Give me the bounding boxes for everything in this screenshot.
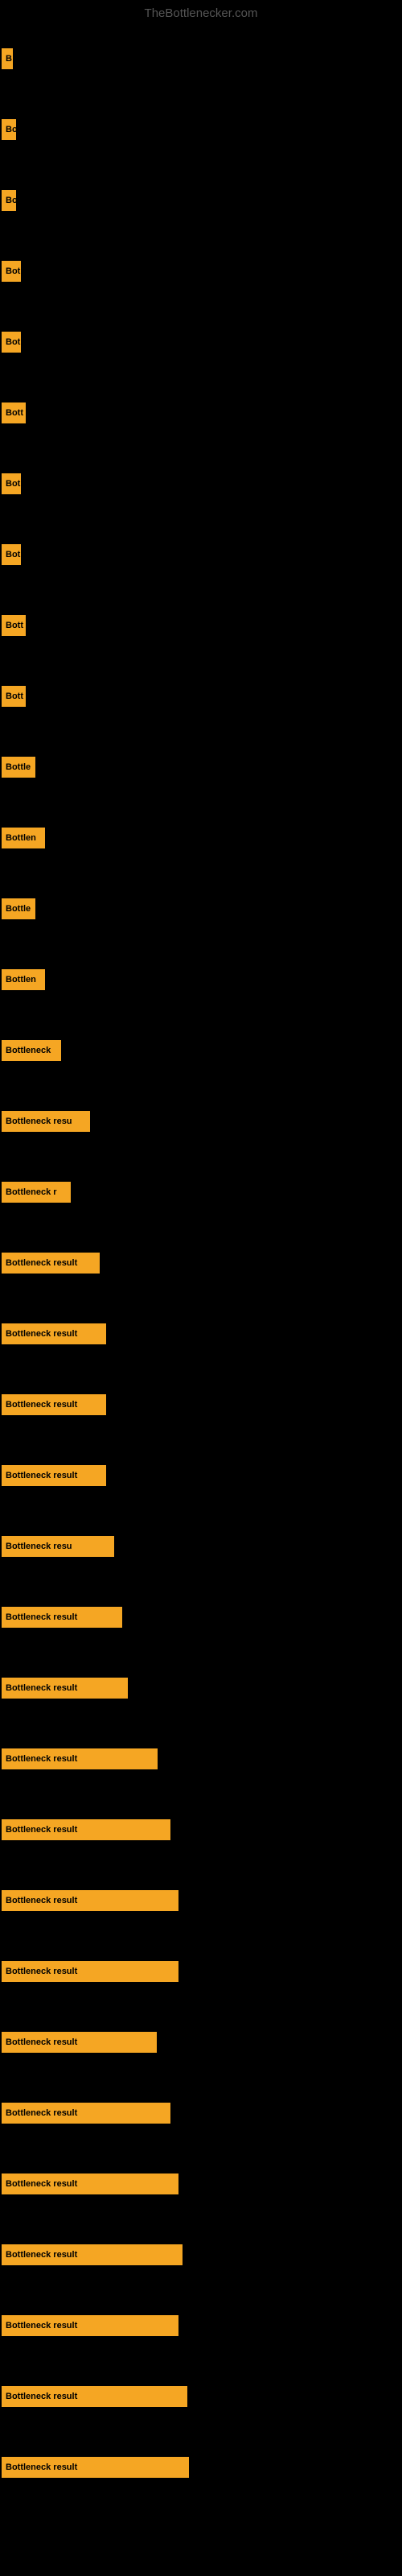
site-title: TheBottlenecker.com xyxy=(0,0,402,23)
bar-label: Bott xyxy=(2,402,26,423)
bar-label: Bottleneck result xyxy=(2,1323,106,1344)
bar-label: Bot xyxy=(2,473,21,494)
bar-row: Bottlen xyxy=(0,944,402,1015)
bar-label: Bottleneck result xyxy=(2,2244,183,2265)
bar-label: Bottleneck result xyxy=(2,2174,178,2194)
bar-row: Bottleneck result xyxy=(0,1228,402,1298)
bar-label: Bottleneck xyxy=(2,1040,61,1061)
bar-label: Bott xyxy=(2,615,26,636)
bar-row: Bottle xyxy=(0,732,402,803)
bar-label: Bottleneck resu xyxy=(2,1536,114,1557)
bar-label: Bott xyxy=(2,686,26,707)
bar-label: Bot xyxy=(2,332,21,353)
bar-row: Bot xyxy=(0,236,402,307)
bar-label: Bottleneck result xyxy=(2,1607,122,1628)
bar-row: Bott xyxy=(0,661,402,732)
bar-label: Bottleneck result xyxy=(2,2457,189,2478)
bar-label: Bottleneck result xyxy=(2,2315,178,2336)
bar-row: Bottleneck result xyxy=(0,1582,402,1653)
bar-label: Bo xyxy=(2,190,16,211)
bar-label: Bottlen xyxy=(2,828,45,848)
bar-row: Bot xyxy=(0,519,402,590)
bar-label: Bottlen xyxy=(2,969,45,990)
bar-row: Bottleneck r xyxy=(0,1157,402,1228)
bar-row: Bo xyxy=(0,165,402,236)
bar-row: Bottleneck result xyxy=(0,2078,402,2149)
bar-label: Bottleneck result xyxy=(2,2032,157,2053)
bar-label: Bot xyxy=(2,261,21,282)
bar-label: Bottleneck result xyxy=(2,1748,158,1769)
bar-row: Bottleneck result xyxy=(0,1369,402,1440)
bar-row: Bottleneck result xyxy=(0,2149,402,2219)
bar-label: Bo xyxy=(2,119,16,140)
bar-row: Bottleneck resu xyxy=(0,1511,402,1582)
bar-label: Bottle xyxy=(2,898,35,919)
bar-label: B xyxy=(2,48,13,69)
bar-row: Bott xyxy=(0,590,402,661)
bar-label: Bottleneck result xyxy=(2,1890,178,1911)
bar-label: Bottleneck result xyxy=(2,2386,187,2407)
bar-row: Bottleneck result xyxy=(0,2007,402,2078)
bar-row: B xyxy=(0,23,402,94)
bar-row: Bottleneck result xyxy=(0,1724,402,1794)
bar-label: Bottleneck r xyxy=(2,1182,71,1203)
bar-row: Bottlen xyxy=(0,803,402,873)
bar-row: Bo xyxy=(0,94,402,165)
bar-label: Bottleneck result xyxy=(2,1465,106,1486)
bar-row: Bottleneck resu xyxy=(0,1086,402,1157)
bar-row: Bottleneck result xyxy=(0,1794,402,1865)
bar-row: Bot xyxy=(0,448,402,519)
bar-label: Bottle xyxy=(2,757,35,778)
bar-row: Bottleneck result xyxy=(0,1298,402,1369)
bar-row: Bottle xyxy=(0,873,402,944)
bar-row: Bottleneck result xyxy=(0,1440,402,1511)
bar-row: Bottleneck result xyxy=(0,2432,402,2503)
bar-row: Bottleneck result xyxy=(0,2361,402,2432)
bar-label: Bottleneck result xyxy=(2,1819,170,1840)
bar-row: Bottleneck result xyxy=(0,2219,402,2290)
bar-row: Bottleneck result xyxy=(0,1865,402,1936)
bar-row: Bottleneck result xyxy=(0,1936,402,2007)
bar-row: Bottleneck xyxy=(0,1015,402,1086)
bar-label: Bottleneck result xyxy=(2,1678,128,1699)
bar-label: Bottleneck result xyxy=(2,1394,106,1415)
bar-label: Bottleneck result xyxy=(2,1253,100,1274)
bar-row: Bot xyxy=(0,307,402,378)
bars-container: B Bo Bo Bot Bot Bott Bot Bot Bott Bott Bottle Bottl… xyxy=(0,23,402,2503)
bar-label: Bottleneck resu xyxy=(2,1111,90,1132)
bar-row: Bottleneck result xyxy=(0,1653,402,1724)
bar-label: Bottleneck result xyxy=(2,1961,178,1982)
bar-row: Bottleneck result xyxy=(0,2290,402,2361)
bar-row: Bott xyxy=(0,378,402,448)
bar-label: Bottleneck result xyxy=(2,2103,170,2124)
bar-label: Bot xyxy=(2,544,21,565)
